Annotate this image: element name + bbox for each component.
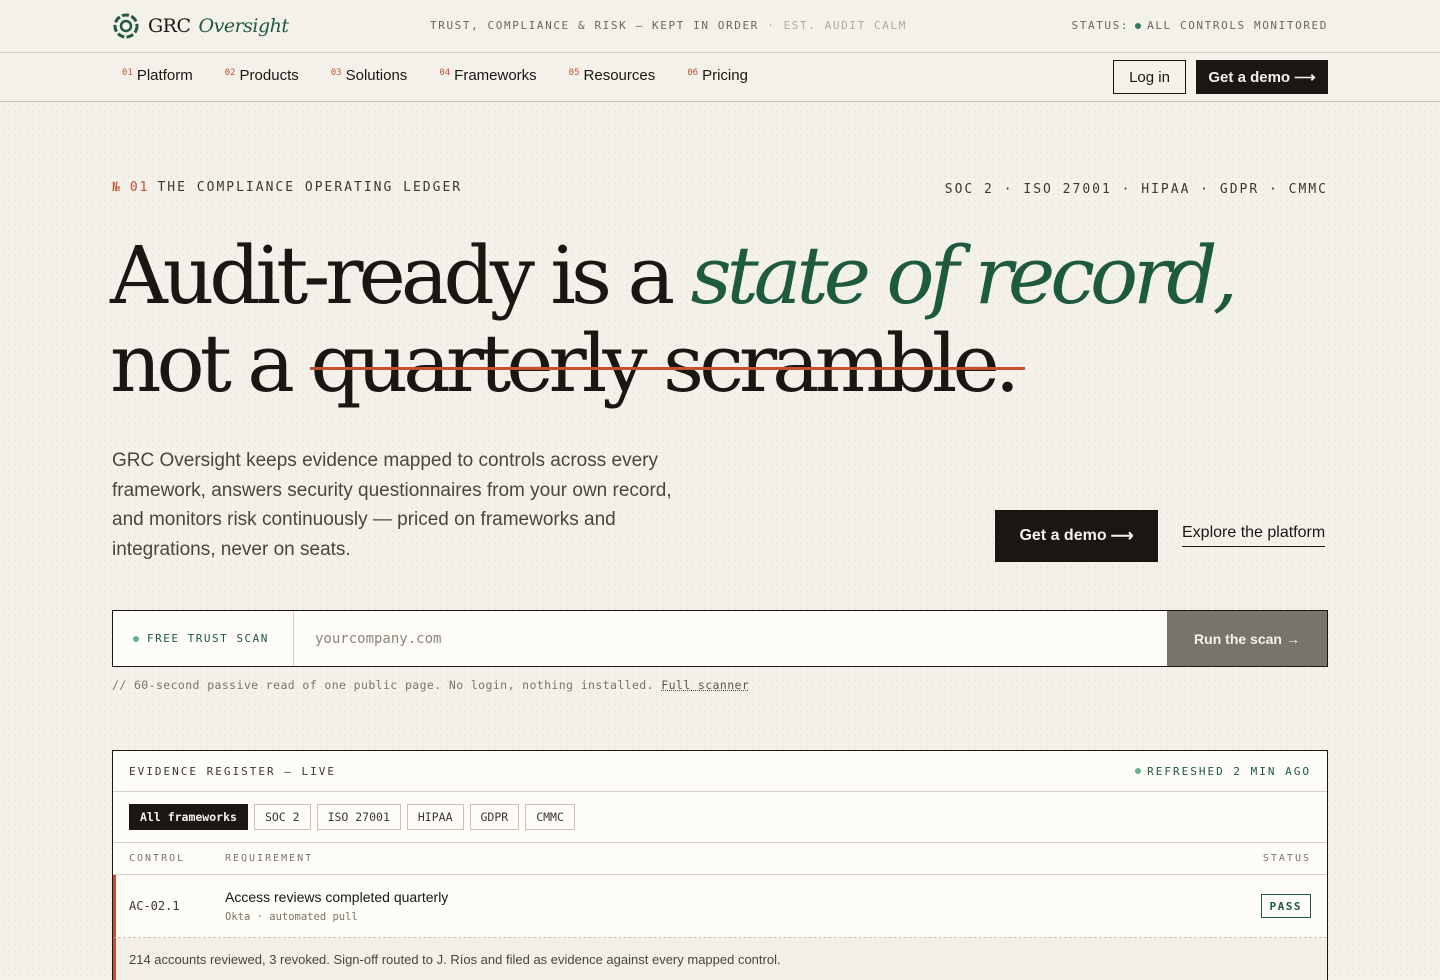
run-scan-button[interactable]: Run the scan → [1167, 611, 1327, 666]
headline-line-1: Audit-ready is a state of record, [110, 229, 1238, 322]
tagline-text: TRUST, COMPLIANCE & RISK — KEPT IN ORDER [430, 19, 759, 32]
nav-item-frameworks[interactable]: 04 Frameworks [439, 67, 536, 84]
tab-all-frameworks[interactable]: All frameworks [129, 804, 248, 830]
row-detail: 214 accounts reviewed, 3 revoked. Sign-o… [113, 938, 1327, 980]
brand-logo[interactable]: GRC Oversight [112, 12, 289, 40]
tab-gdpr[interactable]: GDPR [469, 804, 520, 830]
tab-iso27001[interactable]: ISO 27001 [316, 804, 401, 830]
column-status: STATUS [1262, 853, 1311, 864]
requirement-text: Access reviews completed quarterly [225, 889, 449, 905]
logo-mark-icon [113, 13, 139, 39]
refresh-status: REFRESHED 2 MIN AGO [1135, 765, 1311, 778]
row-detail-text: 214 accounts reviewed, 3 revoked. Sign-o… [129, 952, 781, 967]
arrow-right-icon: ⟶ [1294, 69, 1316, 86]
hero-demo-label: Get a demo [1019, 527, 1107, 544]
column-control: CONTROL [129, 853, 186, 864]
nav-demo-label: Get a demo [1208, 68, 1291, 86]
hero-headline: Audit-ready is a state of record, not a … [110, 229, 1238, 408]
hero-lead: GRC Oversight keeps evidence mapped to c… [112, 450, 672, 560]
eyebrow-symbol: № [112, 180, 122, 195]
nav-item-number: 02 [224, 68, 236, 78]
full-scanner-link[interactable]: Full scanner [661, 678, 749, 692]
run-scan-label: Run the scan [1194, 630, 1282, 647]
eyebrow-text: THE COMPLIANCE OPERATING LEDGER [157, 180, 463, 195]
headline-strikethrough: quarterly scramble. [310, 317, 1026, 410]
scan-label: FREE TRUST SCAN [113, 611, 294, 666]
nav-item-number: 04 [439, 68, 451, 78]
headline-accent: state of record, [690, 229, 1238, 322]
refresh-text: REFRESHED 2 MIN AGO [1147, 764, 1311, 778]
scan-label-text: FREE TRUST SCAN [147, 632, 269, 645]
nav-item-number: 06 [687, 68, 699, 78]
status-text: ALL CONTROLS MONITORED [1147, 19, 1328, 32]
eyebrow-number: 01 [129, 180, 150, 195]
nav-demo-button[interactable]: Get a demo ⟶ [1196, 60, 1328, 94]
scan-note: // 60-second passive read of one public … [112, 678, 749, 692]
brand-name-accent: Oversight [198, 15, 290, 37]
headline-text: Audit-ready is a [110, 229, 691, 322]
main-nav: 01 Platform 02 Products 03 Solutions 04 … [0, 53, 1440, 102]
hero-eyebrow: № 01 THE COMPLIANCE OPERATING LEDGER [112, 180, 462, 195]
column-requirement: REQUIREMENT [225, 853, 314, 864]
scan-note-text: // 60-second passive read of one public … [112, 678, 654, 692]
nav-item-number: 05 [568, 68, 580, 78]
supported-frameworks: SOC 2 · ISO 27001 · HIPAA · GDPR · CMMC [944, 182, 1328, 197]
tab-cmmc[interactable]: CMMC [525, 804, 575, 830]
tagline-faint: · EST. AUDIT CALM [767, 19, 907, 32]
headline-text: not a [110, 317, 311, 410]
status-badge: PASS [1260, 894, 1311, 918]
refresh-dot-icon [1135, 768, 1142, 774]
trust-scan-bar: FREE TRUST SCAN Run the scan → [112, 610, 1328, 667]
status-indicator: STATUS: ALL CONTROLS MONITORED [1072, 19, 1328, 32]
status-prefix: STATUS: [1071, 19, 1130, 32]
status-dot-icon [1135, 22, 1142, 29]
evidence-register: EVIDENCE REGISTER — LIVE REFRESHED 2 MIN… [112, 750, 1328, 980]
nav-item-pricing[interactable]: 06 Pricing [687, 67, 748, 84]
evidence-source: Okta · automated pull [225, 911, 358, 923]
nav-item-label: Products [239, 67, 299, 84]
register-column-headers: CONTROL REQUIREMENT STATUS [113, 843, 1327, 875]
top-bar: GRC Oversight TRUST, COMPLIANCE & RISK —… [0, 0, 1440, 53]
register-header: EVIDENCE REGISTER — LIVE REFRESHED 2 MIN… [113, 751, 1327, 792]
nav-item-products[interactable]: 02 Products [225, 67, 299, 84]
register-title: EVIDENCE REGISTER — LIVE [129, 764, 336, 778]
nav-item-label: Pricing [702, 67, 748, 84]
control-id: AC-02.1 [129, 899, 180, 913]
nav-item-number: 01 [122, 68, 133, 78]
table-row[interactable]: AC-02.1 Access reviews completed quarter… [113, 875, 1327, 938]
nav-items: 01 Platform 02 Products 03 Solutions 04 … [122, 67, 748, 84]
nav-item-label: Resources [583, 67, 656, 84]
hero-demo-button[interactable]: Get a demo ⟶ [995, 510, 1158, 562]
headline-line-2: not a quarterly scramble. [110, 320, 1110, 408]
explore-platform-link[interactable]: Explore the platform [1182, 524, 1326, 547]
nav-item-solutions[interactable]: 03 Solutions [331, 67, 408, 84]
nav-item-platform[interactable]: 01 Platform [122, 67, 193, 84]
tab-soc2[interactable]: SOC 2 [253, 804, 311, 830]
arrow-right-icon: → [1285, 630, 1300, 647]
tab-hipaa[interactable]: HIPAA [406, 804, 464, 830]
nav-item-number: 03 [330, 68, 342, 78]
login-button[interactable]: Log in [1113, 60, 1186, 94]
scan-dot-icon [133, 635, 139, 642]
domain-input[interactable] [294, 611, 1167, 666]
brand-name: GRC [148, 15, 191, 37]
nav-item-label: Frameworks [454, 67, 537, 84]
nav-item-label: Platform [136, 67, 193, 84]
arrow-right-icon: ⟶ [1110, 528, 1134, 545]
tagline: TRUST, COMPLIANCE & RISK — KEPT IN ORDER… [430, 19, 907, 32]
framework-filter-tabs: All frameworks SOC 2 ISO 27001 HIPAA GDP… [113, 792, 1327, 843]
nav-item-label: Solutions [345, 67, 408, 84]
nav-item-resources[interactable]: 05 Resources [569, 67, 656, 84]
